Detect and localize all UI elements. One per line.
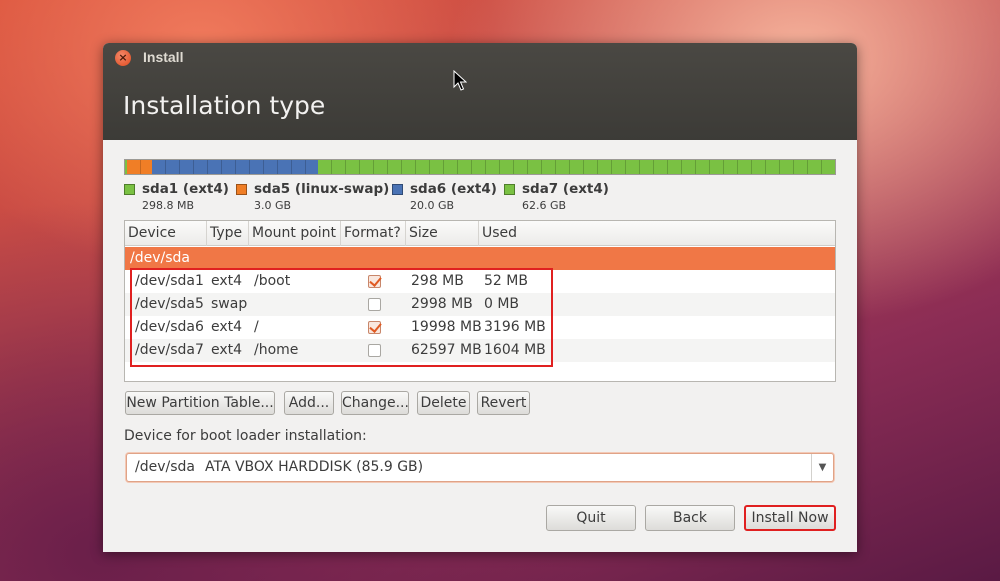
table-row[interactable]: /dev/sda7 ext4 /home 62597 MB 1604 MB [125,339,835,362]
column-type[interactable]: Type [207,221,249,246]
close-icon[interactable]: × [115,50,131,66]
format-checkbox[interactable] [368,321,381,334]
row-device: /dev/sda1 [135,273,204,289]
row-used: 3196 MB [484,319,546,335]
install-now-button[interactable]: Install Now [744,505,836,531]
installer-window: × Install Installation type sda1 (ext4) … [103,43,857,552]
bootloader-device-select[interactable]: /dev/sda ATA VBOX HARDDISK (85.9 GB) ▼ [126,453,834,482]
usage-segment-4 [317,160,835,174]
quit-button[interactable]: Quit [546,505,636,531]
legend-size: 20.0 GB [410,199,455,212]
revert-button[interactable]: Revert [477,391,530,415]
delete-partition-button[interactable]: Delete [417,391,470,415]
table-row[interactable]: /dev/sda6 ext4 / 19998 MB 3196 MB [125,316,835,339]
row-used: 1604 MB [484,342,546,358]
back-button[interactable]: Back [645,505,735,531]
row-used: 0 MB [484,296,520,312]
add-partition-button[interactable]: Add... [284,391,334,415]
table-header: Device Type Mount point Format? Size Use… [125,221,835,246]
bootloader-description: ATA VBOX HARDDISK (85.9 GB) [205,459,424,475]
legend-name: sda1 (ext4) [142,181,229,197]
column-format[interactable]: Format? [341,221,406,246]
legend-size: 62.6 GB [522,199,567,212]
legend-swatch [504,184,515,195]
row-device: /dev/sda6 [135,319,204,335]
bootloader-label: Device for boot loader installation: [124,428,367,444]
usage-segment-3 [152,160,318,174]
row-mount: /home [254,342,299,358]
format-checkbox[interactable] [368,275,381,288]
legend-swatch [392,184,403,195]
row-size: 2998 MB [411,296,473,312]
legend-size: 298.8 MB [142,199,195,212]
change-partition-button[interactable]: Change... [341,391,409,415]
legend-name: sda6 (ext4) [410,181,497,197]
row-device: /dev/sda7 [135,342,204,358]
page-title: Installation type [123,91,326,120]
partition-table: Device Type Mount point Format? Size Use… [124,220,836,382]
new-partition-table-button[interactable]: New Partition Table... [125,391,275,415]
row-size: 298 MB [411,273,464,289]
partition-usage-bar [124,159,836,175]
legend-name: sda7 (ext4) [522,181,609,197]
column-mount-point[interactable]: Mount point [249,221,341,246]
row-used: 52 MB [484,273,528,289]
row-type: ext4 [211,273,243,289]
window-title: Install [143,49,184,65]
row-size: 19998 MB [411,319,482,335]
row-mount: /boot [254,273,291,289]
row-type: swap [211,296,248,312]
bootloader-device: /dev/sda [135,459,195,475]
title-bar: × Install Installation type [103,43,857,140]
row-mount: / [254,319,259,335]
disk-name: /dev/sda [130,250,190,266]
mouse-cursor-icon [453,70,467,91]
row-device: /dev/sda5 [135,296,204,312]
row-type: ext4 [211,342,243,358]
table-row[interactable]: /dev/sda1 ext4 /boot 298 MB 52 MB [125,270,835,293]
row-size: 62597 MB [411,342,482,358]
legend-size: 3.0 GB [254,199,292,212]
legend-swatch [124,184,135,195]
table-row[interactable]: /dev/sda5 swap 2998 MB 0 MB [125,293,835,316]
legend-swatch [236,184,247,195]
format-checkbox[interactable] [368,344,381,357]
column-device[interactable]: Device [125,221,207,246]
disk-row[interactable]: /dev/sda [125,247,835,270]
chevron-down-icon[interactable]: ▼ [811,454,833,481]
column-used[interactable]: Used [479,221,835,246]
format-checkbox[interactable] [368,298,381,311]
column-size[interactable]: Size [406,221,479,246]
usage-segment-2 [127,160,153,174]
legend-name: sda5 (linux-swap) [254,181,390,197]
row-type: ext4 [211,319,243,335]
